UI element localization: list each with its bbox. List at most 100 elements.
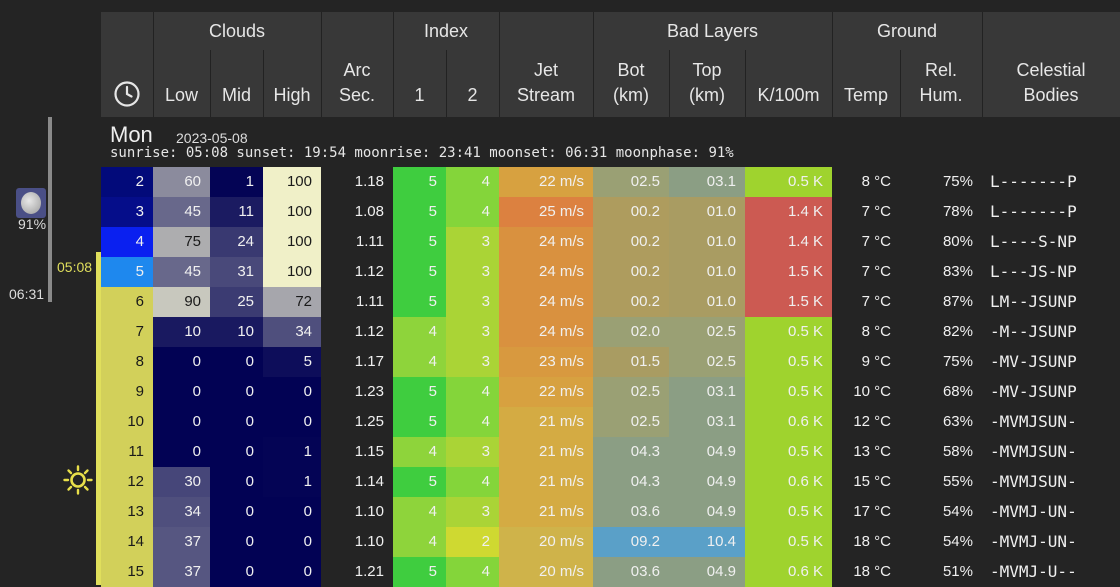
k-per-100m-cell: 0.5 K (745, 167, 832, 197)
table-row: 10 0 0 0 1.25 5 4 21 m/s 02.5 03.1 0.6 K 12 °C 63% -M… (101, 407, 1120, 437)
rel-hum-cell: 51% (942, 563, 973, 580)
low-cloud-cell: 30 (153, 467, 210, 497)
index2-cell: 3 (446, 257, 499, 287)
group-ground: Ground (876, 20, 938, 41)
celestial-cell: LM--JSUNP (990, 292, 1077, 311)
rel-hum-cell: 78% (942, 203, 973, 220)
temp-cell: 9 °C (861, 353, 891, 370)
index1-cell: 4 (393, 347, 446, 377)
bot-km-cell: 09.2 (593, 527, 669, 557)
arc-sec-cell: 1.14 (354, 473, 384, 490)
table-row: 3 45 11 100 1.08 5 4 25 m/s 00.2 01.0 1.4 K 7 °C 78%… (101, 197, 1120, 227)
temp-cell: 7 °C (861, 263, 891, 280)
low-cloud-cell: 0 (153, 407, 210, 437)
table-row: 14 37 0 0 1.10 4 2 20 m/s 09.2 10.4 0.5 K 18 °C 54% -… (101, 527, 1120, 557)
top-km-cell: 03.1 (669, 407, 745, 437)
col-jet-stream: Jet Stream (516, 60, 576, 105)
temp-cell: 10 °C (853, 383, 891, 400)
col-mid: Mid (221, 85, 251, 105)
hour-cell: 8 (101, 347, 153, 377)
mid-cloud-cell: 25 (210, 287, 263, 317)
table-row: 8 0 0 5 1.17 4 3 23 m/s 01.5 02.5 0.5 K9 °C 75% -MV-… (101, 347, 1120, 377)
table-row: 13 34 0 0 1.10 4 3 21 m/s 03.6 04.9 0.5 K 17 °C 54% -… (101, 497, 1120, 527)
rel-hum-cell: 63% (942, 413, 973, 430)
mid-cloud-cell: 0 (210, 407, 263, 437)
rel-hum-cell: 75% (942, 353, 973, 370)
rel-hum-cell: 87% (942, 293, 973, 310)
low-cloud-cell: 37 (153, 557, 210, 587)
top-km-cell: 01.0 (669, 287, 745, 317)
jet-stream-cell: 24 m/s (499, 257, 593, 287)
index1-cell: 5 (393, 197, 446, 227)
mid-cloud-cell: 10 (210, 317, 263, 347)
k-per-100m-cell: 0.5 K (745, 377, 832, 407)
low-cloud-cell: 45 (153, 257, 210, 287)
index1-cell: 5 (393, 167, 446, 197)
hour-cell: 9 (101, 377, 153, 407)
index1-cell: 4 (393, 497, 446, 527)
index2-cell: 3 (446, 347, 499, 377)
arc-sec-cell: 1.11 (355, 293, 384, 310)
table-row: 2 60 1 100 1.18 5 4 22 m/s 02.5 03.1 0.5 K 8 °C 75% L… (101, 167, 1120, 197)
temp-cell: 7 °C (861, 233, 891, 250)
temp-cell: 7 °C (861, 203, 891, 220)
hour-cell: 6 (101, 287, 153, 317)
jet-stream-cell: 23 m/s (499, 347, 593, 377)
col-arc-sec: Arc Sec. (338, 60, 376, 105)
jet-stream-cell: 20 m/s (499, 527, 593, 557)
low-cloud-cell: 0 (153, 437, 210, 467)
moonset-time-label: 06:31 (9, 286, 45, 302)
jet-stream-cell: 25 m/s (499, 197, 593, 227)
rel-hum-cell: 75% (942, 173, 973, 190)
group-clouds: Clouds (208, 20, 266, 41)
arc-sec-cell: 1.17 (354, 353, 384, 370)
table-row: 15 37 0 0 1.21 5 4 20 m/s 03.6 04.9 0.6 K 18 °C 51% -… (101, 557, 1120, 587)
high-cloud-cell: 0 (263, 407, 321, 437)
table-header: Clouds Index Bad Layers Ground Low Mid H… (101, 12, 1120, 117)
arc-sec-cell: 1.10 (354, 503, 384, 520)
k-per-100m-cell: 0.6 K (745, 557, 832, 587)
col-k-per-100m: K/100m (757, 85, 820, 105)
celestial-cell: L-------P (990, 202, 1077, 221)
high-cloud-cell: 100 (263, 167, 321, 197)
low-cloud-cell: 10 (153, 317, 210, 347)
index2-cell: 2 (446, 527, 499, 557)
mid-cloud-cell: 31 (210, 257, 263, 287)
rel-hum-cell: 82% (942, 323, 973, 340)
jet-stream-cell: 21 m/s (499, 497, 593, 527)
bot-km-cell: 03.6 (593, 557, 669, 587)
high-cloud-cell: 34 (263, 317, 321, 347)
k-per-100m-cell: 0.5 K (745, 527, 832, 557)
mid-cloud-cell: 0 (210, 527, 263, 557)
col-celestial-bodies: Celestial Bodies (1016, 60, 1086, 105)
low-cloud-cell: 45 (153, 197, 210, 227)
low-cloud-cell: 60 (153, 167, 210, 197)
index1-cell: 5 (393, 467, 446, 497)
bot-km-cell: 02.0 (593, 317, 669, 347)
index2-cell: 3 (446, 437, 499, 467)
index1-cell: 5 (393, 227, 446, 257)
arc-sec-cell: 1.15 (354, 443, 384, 460)
index2-cell: 3 (446, 287, 499, 317)
low-cloud-cell: 75 (153, 227, 210, 257)
table-row: 7 10 10 34 1.12 4 3 24 m/s 02.0 02.5 0.5 K8 °C 82% -… (101, 317, 1120, 347)
arc-sec-cell: 1.25 (354, 413, 384, 430)
k-per-100m-cell: 0.5 K (745, 317, 832, 347)
bot-km-cell: 04.3 (593, 467, 669, 497)
arc-sec-cell: 1.12 (354, 323, 384, 340)
top-km-cell: 01.0 (669, 257, 745, 287)
high-cloud-cell: 100 (263, 227, 321, 257)
rel-hum-cell: 80% (942, 233, 973, 250)
top-km-cell: 10.4 (669, 527, 745, 557)
low-cloud-cell: 37 (153, 527, 210, 557)
top-km-cell: 04.9 (669, 467, 745, 497)
bot-km-cell: 02.5 (593, 377, 669, 407)
jet-stream-cell: 24 m/s (499, 287, 593, 317)
low-cloud-cell: 34 (153, 497, 210, 527)
hour-cell: 13 (101, 497, 153, 527)
index1-cell: 5 (393, 407, 446, 437)
col-index-2: 2 (467, 85, 478, 105)
celestial-cell: -MV-JSUNP (990, 352, 1077, 371)
jet-stream-cell: 24 m/s (499, 317, 593, 347)
mid-cloud-cell: 0 (210, 377, 263, 407)
